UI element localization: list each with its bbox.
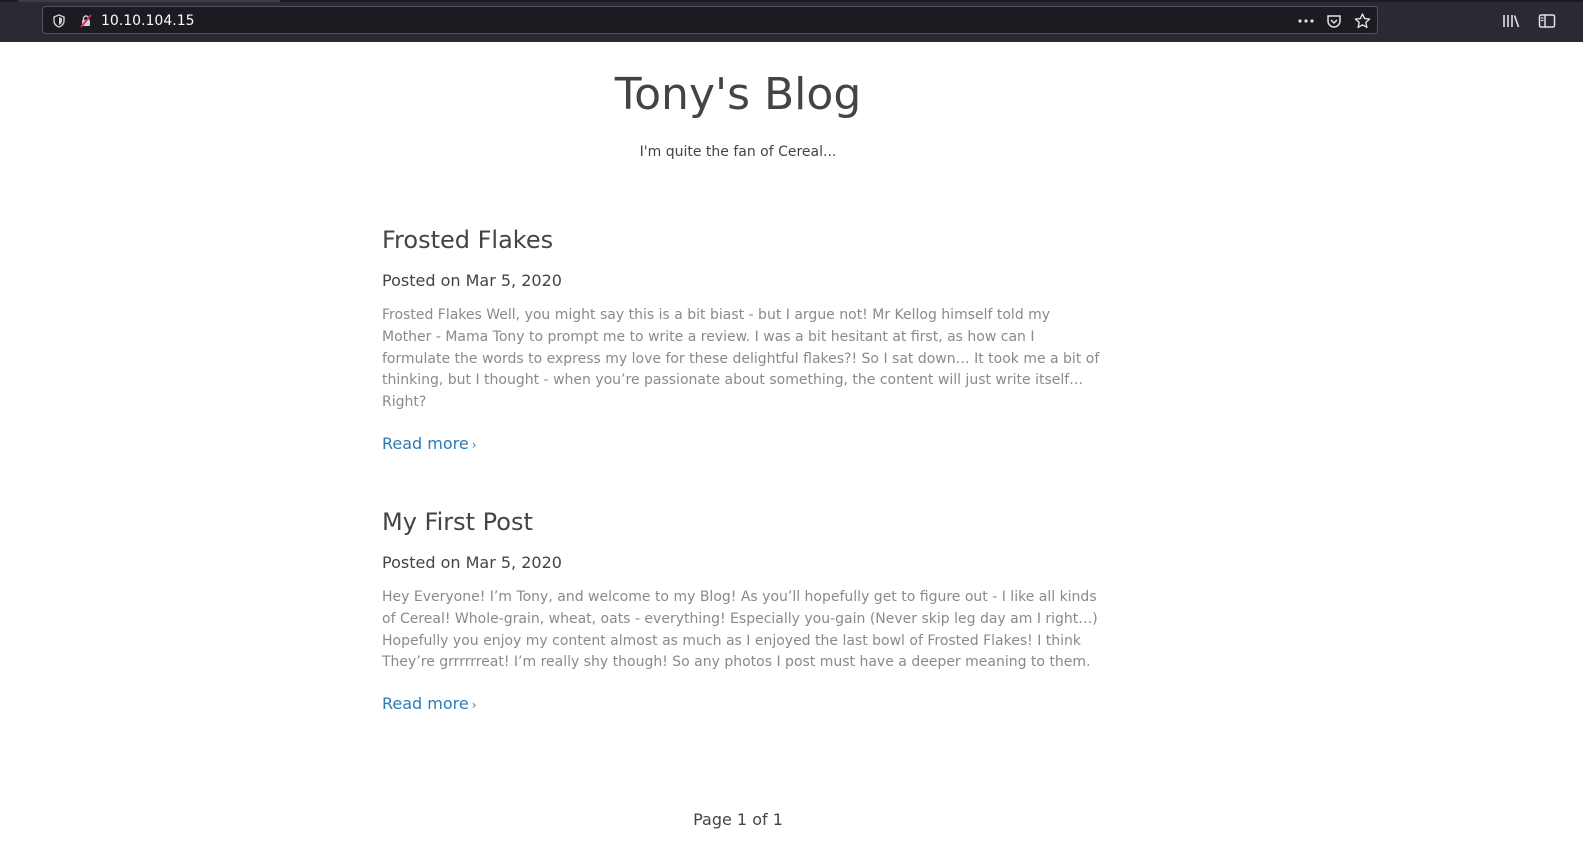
post-excerpt: Hey Everyone! I’m Tony, and welcome to m… [382, 589, 1098, 671]
post-excerpt: Frosted Flakes Well, you might say this … [382, 307, 1100, 411]
post-date: Posted on Mar 5, 2020 [382, 553, 562, 572]
url-bar[interactable]: 10.10.104.15 [42, 6, 1378, 34]
post-title[interactable]: My First Post [382, 507, 1102, 537]
sidebar-icon[interactable] [1536, 10, 1558, 32]
chevron-right-icon: › [471, 437, 477, 452]
insecure-lock-icon[interactable] [78, 13, 94, 29]
site-title[interactable]: Tony's Blog [0, 68, 1476, 122]
post-card: My First Post Posted on Mar 5, 2020 Hey … [382, 507, 1102, 715]
read-more-label: Read more [382, 433, 469, 453]
shield-icon[interactable] [51, 13, 67, 29]
chevron-right-icon: › [471, 698, 477, 713]
url-text[interactable]: 10.10.104.15 [101, 12, 195, 30]
read-more-label: Read more [382, 694, 469, 714]
pagination-label: Page 1 of 1 [693, 810, 783, 829]
browser-toolbar: 10.10.104.15 [0, 0, 1583, 43]
active-tab-indicator[interactable] [18, 0, 280, 2]
blog-page: Tony's Blog I'm quite the fan of Cereal.… [0, 42, 1583, 847]
read-more-link[interactable]: Read more › [382, 434, 477, 455]
post-title[interactable]: Frosted Flakes [382, 225, 1102, 255]
bookmark-star-icon[interactable] [1351, 11, 1373, 31]
post-date: Posted on Mar 5, 2020 [382, 271, 562, 290]
read-more-link[interactable]: Read more › [382, 694, 477, 715]
more-actions-icon[interactable] [1295, 11, 1317, 31]
library-icon[interactable] [1500, 10, 1522, 32]
pocket-icon[interactable] [1323, 11, 1345, 31]
post-card: Frosted Flakes Posted on Mar 5, 2020 Fro… [382, 225, 1102, 455]
site-description: I'm quite the fan of Cereal... [639, 144, 837, 160]
